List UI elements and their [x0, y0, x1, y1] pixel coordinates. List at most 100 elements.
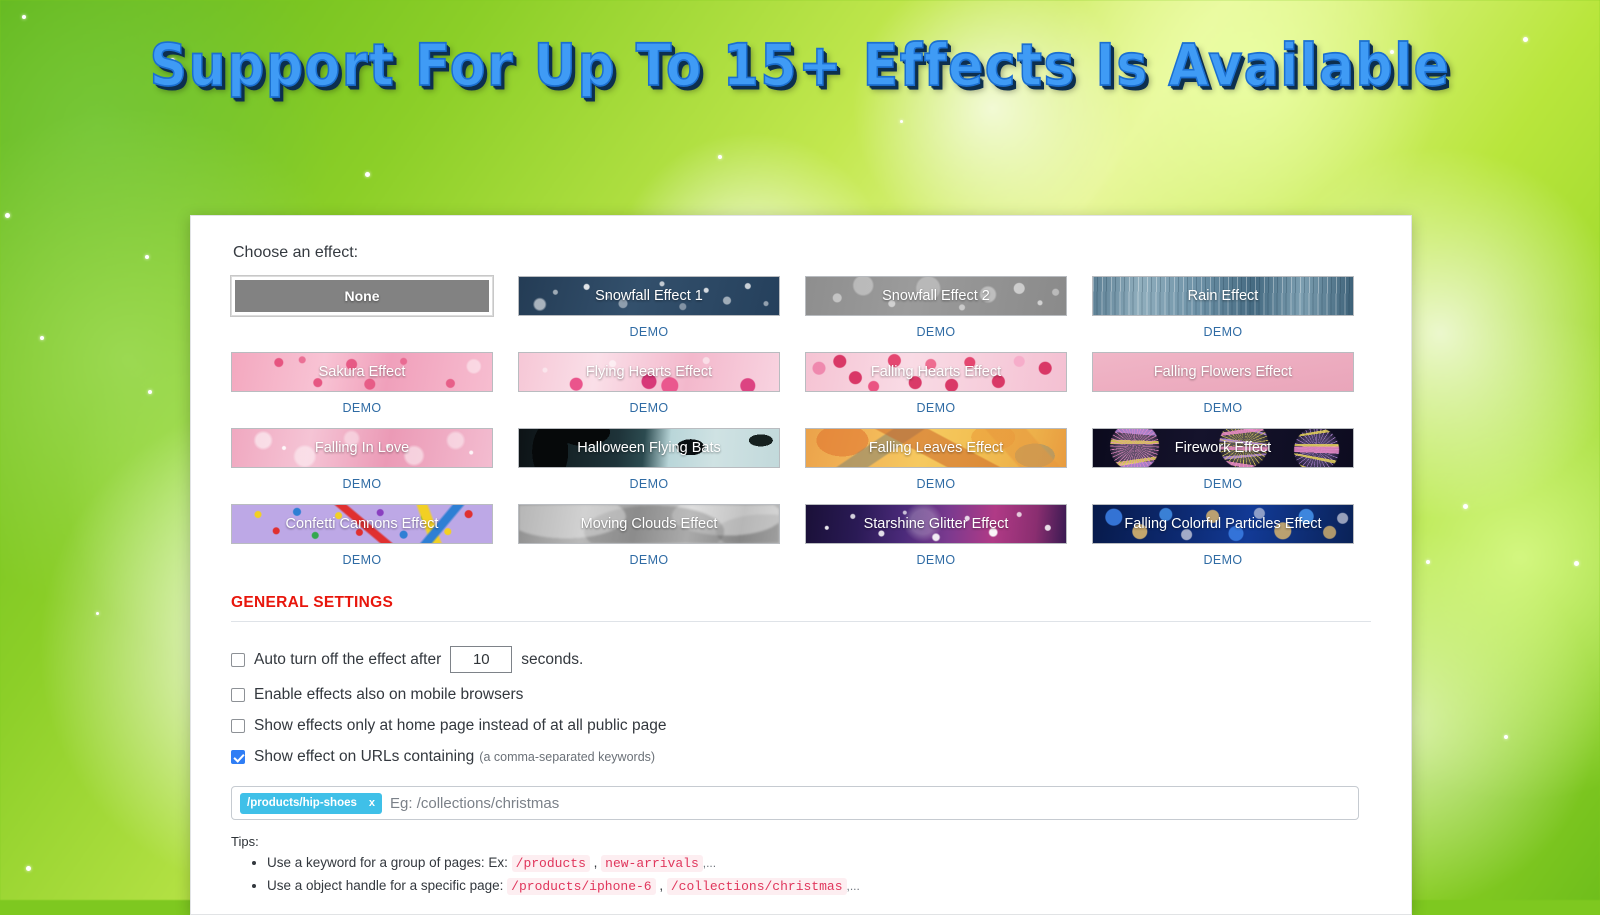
effect-card[interactable]: Rain Effect — [1092, 276, 1354, 316]
effect-demo-link[interactable]: DEMO — [805, 477, 1067, 491]
effect-cell: Halloween Flying Bats DEMO — [518, 428, 780, 504]
effect-demo-link[interactable]: DEMO — [805, 325, 1067, 339]
sparkle-dot — [718, 155, 722, 159]
effect-cell: Starshine Glitter Effect DEMO — [805, 504, 1067, 580]
effect-label: Falling Hearts Effect — [870, 364, 1002, 380]
effect-card[interactable]: Falling In Love — [231, 428, 493, 468]
effect-card[interactable]: Falling Leaves Effect — [805, 428, 1067, 468]
tip-text: Use a keyword for a group of pages: Ex: — [267, 855, 508, 870]
effect-card[interactable]: Snowfall Effect 1 — [518, 276, 780, 316]
tips-section: Tips: Use a keyword for a group of pages… — [231, 834, 1371, 895]
effect-cell: NoneDEMO — [231, 276, 493, 352]
remove-tag-icon[interactable]: x — [366, 797, 378, 809]
general-settings-heading: GENERAL SETTINGS — [231, 594, 394, 611]
tip-code-snippet: /products/iphone-6 — [507, 878, 656, 895]
auto-turn-off-suffix: seconds. — [521, 650, 584, 668]
tip-code-separator: , — [655, 878, 667, 893]
effect-demo-link[interactable]: DEMO — [231, 553, 493, 567]
sparkle-dot — [365, 172, 370, 177]
page-title: Support For Up To 15+ Effects Is Availab… — [149, 32, 1451, 101]
effect-demo-link[interactable]: DEMO — [231, 477, 493, 491]
sparkle-dot — [22, 15, 26, 19]
sparkle-dot — [1463, 504, 1468, 509]
effect-label: Falling Colorful Particles Effect — [1124, 516, 1322, 532]
effect-card[interactable]: Firework Effect — [1092, 428, 1354, 468]
tip-item: Use a keyword for a group of pages: Ex: … — [267, 855, 1371, 872]
effect-demo-link[interactable]: DEMO — [518, 325, 780, 339]
effect-cell: Flying Hearts Effect DEMO — [518, 352, 780, 428]
effect-label: Rain Effect — [1187, 288, 1259, 304]
effect-card[interactable]: Halloween Flying Bats — [518, 428, 780, 468]
effect-card[interactable]: Moving Clouds Effect — [518, 504, 780, 544]
effect-cell: Falling Hearts Effect DEMO — [805, 352, 1067, 428]
setting-home-page-only: Show effects only at home page instead o… — [231, 717, 1371, 735]
effect-cell: Falling Leaves Effect DEMO — [805, 428, 1067, 504]
mobile-browsers-checkbox[interactable] — [231, 688, 245, 702]
effect-cell: Confetti Cannons Effect DEMO — [231, 504, 493, 580]
effect-label: Snowfall Effect 2 — [882, 288, 990, 304]
sparkle-dot — [1426, 560, 1430, 564]
effect-cell: Firework Effect DEMO — [1092, 428, 1354, 504]
effect-label: Sakura Effect — [318, 364, 406, 380]
tip-code-snippet: /collections/christmas — [666, 878, 847, 895]
effect-demo-link[interactable]: DEMO — [518, 553, 780, 567]
effect-card[interactable]: Falling Colorful Particles Effect — [1092, 504, 1354, 544]
effect-demo-link[interactable]: DEMO — [805, 401, 1067, 415]
effect-card[interactable]: Confetti Cannons Effect — [231, 504, 493, 544]
url-keywords-field[interactable]: /products/hip-shoes x Eg: /collections/ch… — [231, 786, 1359, 820]
setting-mobile-browsers: Enable effects also on mobile browsers — [231, 686, 1371, 704]
effect-demo-link[interactable]: DEMO — [518, 477, 780, 491]
effect-cell: Falling In Love DEMO — [231, 428, 493, 504]
effect-demo-link[interactable]: DEMO — [1092, 553, 1354, 567]
effect-card[interactable]: Flying Hearts Effect — [518, 352, 780, 392]
sparkle-dot — [148, 390, 152, 394]
effect-cell: Snowfall Effect 1 DEMO — [518, 276, 780, 352]
effect-label: Falling Leaves Effect — [868, 440, 1004, 456]
effect-card[interactable]: Falling Flowers Effect — [1092, 352, 1354, 392]
auto-turn-off-seconds-input[interactable] — [450, 646, 513, 673]
effect-demo-link[interactable]: DEMO — [518, 401, 780, 415]
effect-label: Falling Flowers Effect — [1153, 364, 1293, 380]
tip-item: Use a object handle for a specific page:… — [267, 878, 1371, 895]
sparkle-dot — [900, 120, 903, 123]
effect-cell: Moving Clouds Effect DEMO — [518, 504, 780, 580]
sparkle-dot — [1574, 561, 1579, 566]
effect-card[interactable]: Falling Hearts Effect — [805, 352, 1067, 392]
effect-demo-link[interactable]: DEMO — [1092, 477, 1354, 491]
effect-demo-link[interactable]: DEMO — [231, 401, 493, 415]
setting-urls-containing: Show effect on URLs containing (a comma-… — [231, 748, 1371, 766]
effect-label: Moving Clouds Effect — [580, 516, 718, 532]
effect-card[interactable]: Sakura Effect — [231, 352, 493, 392]
sparkle-dot — [5, 213, 10, 218]
effect-label: None — [344, 288, 380, 304]
urls-containing-hint: (a comma-separated keywords) — [479, 750, 656, 764]
effect-demo-link[interactable]: DEMO — [1092, 325, 1354, 339]
url-keyword-tag: /products/hip-shoes x — [240, 792, 383, 814]
home-page-only-checkbox[interactable] — [231, 719, 245, 733]
tip-code-snippet: new-arrivals — [601, 855, 703, 872]
effect-cell: Falling Colorful Particles Effect DEMO — [1092, 504, 1354, 580]
tips-title-text: Tips — [231, 834, 256, 849]
setting-auto-turn-off: Auto turn off the effect after seconds. — [231, 646, 1371, 673]
effect-card[interactable]: Starshine Glitter Effect — [805, 504, 1067, 544]
auto-turn-off-checkbox[interactable] — [231, 652, 245, 667]
effect-demo-link[interactable]: DEMO — [1092, 401, 1354, 415]
effect-cell: Sakura Effect DEMO — [231, 352, 493, 428]
effect-demo-link[interactable]: DEMO — [805, 553, 1067, 567]
effect-cell: Rain Effect DEMO — [1092, 276, 1354, 352]
tip-code-snippet: /products — [511, 855, 590, 872]
hero-title-container: Support For Up To 15+ Effects Is Availab… — [0, 32, 1600, 101]
tips-title-colon: : — [255, 834, 259, 849]
url-keyword-tag-text: /products/hip-shoes — [247, 797, 357, 809]
urls-containing-checkbox[interactable] — [231, 750, 245, 764]
sparkle-dot — [1504, 735, 1508, 739]
effect-label: Flying Hearts Effect — [585, 364, 713, 380]
effect-label: Halloween Flying Bats — [577, 440, 721, 456]
tip-code-separator: , — [589, 855, 602, 870]
choose-effect-label: Choose an effect: — [233, 244, 359, 261]
sparkle-dot — [96, 612, 99, 615]
sparkle-dot — [145, 255, 149, 259]
effect-card[interactable]: Snowfall Effect 2 — [805, 276, 1067, 316]
effect-cell: Snowfall Effect 2 DEMO — [805, 276, 1067, 352]
effect-card[interactable]: None — [231, 276, 493, 316]
